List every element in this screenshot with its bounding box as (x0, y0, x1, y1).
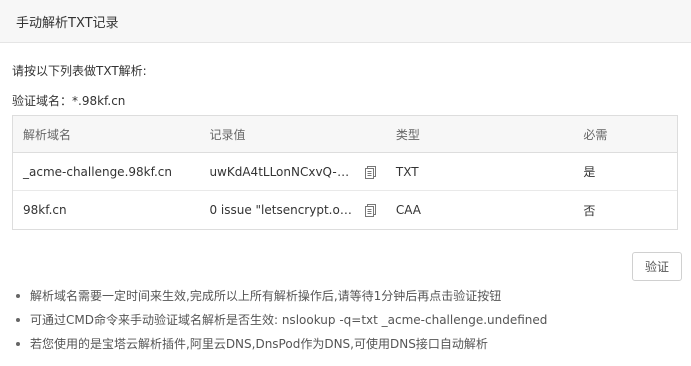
dialog-title: 手动解析TXT记录 (16, 15, 119, 31)
record-type: CAA (395, 203, 422, 217)
table-row: 98kf.cn 0 issue "letsencrypt.org" CAA 否 (13, 191, 677, 229)
tip-text: 若您使用的是宝塔云解析插件,阿里云DNS,DnsPod作为DNS,可使用DNS接… (30, 337, 488, 351)
record-domain: 98kf.cn (23, 203, 67, 217)
tip-text: 解析域名需要一定时间来生效,完成所以上所有解析操作后,请等待1分钟后再点击验证按… (30, 289, 502, 303)
bullet-dot (16, 318, 20, 322)
record-value-cell: uwKdA4tLLonNCxvQ-G... (199, 165, 385, 179)
copy-icon[interactable] (364, 165, 378, 179)
txt-record-dialog: 手动解析TXT记录 请按以下列表做TXT解析: 验证域名：*.98kf.cn 解… (0, 0, 691, 366)
copy-icon[interactable] (364, 203, 378, 217)
dialog-header: 手动解析TXT记录 (0, 0, 691, 43)
bullet-dot (16, 294, 20, 298)
list-item: 若您使用的是宝塔云解析插件,阿里云DNS,DnsPod作为DNS,可使用DNS接… (16, 332, 547, 356)
intro-text: 请按以下列表做TXT解析: (12, 64, 147, 78)
column-header-required: 必需 (583, 127, 608, 142)
record-type: TXT (395, 164, 419, 179)
record-value: 0 issue "letsencrypt.org" (209, 203, 356, 217)
list-item: 可通过CMD命令来手动验证域名解析是否生效: nslookup -q=txt _… (16, 308, 547, 332)
verify-domain-line: 验证域名：*.98kf.cn (12, 94, 126, 108)
tip-text: 可通过CMD命令来手动验证域名解析是否生效: nslookup -q=txt _… (30, 313, 548, 327)
record-required: 否 (583, 203, 596, 218)
list-item: 解析域名需要一定时间来生效,完成所以上所有解析操作后,请等待1分钟后再点击验证按… (16, 284, 547, 308)
table-row: _acme-challenge.98kf.cn uwKdA4tLLonNCxvQ… (13, 153, 677, 191)
bullet-dot (16, 342, 20, 346)
tips-list: 解析域名需要一定时间来生效,完成所以上所有解析操作后,请等待1分钟后再点击验证按… (16, 284, 547, 356)
record-domain: _acme-challenge.98kf.cn (23, 164, 172, 179)
record-required: 是 (583, 165, 596, 179)
column-header-domain: 解析域名 (23, 127, 72, 142)
record-table: 解析域名 记录值 类型 必需 _acme-challenge.98kf.cn u… (12, 115, 678, 230)
record-value: uwKdA4tLLonNCxvQ-G... (209, 164, 356, 179)
record-value-cell: 0 issue "letsencrypt.org" (199, 203, 385, 217)
column-header-type: 类型 (395, 127, 420, 142)
verify-button[interactable]: 验证 (632, 252, 682, 281)
column-header-value: 记录值 (209, 127, 246, 142)
table-header-row: 解析域名 记录值 类型 必需 (13, 116, 677, 153)
